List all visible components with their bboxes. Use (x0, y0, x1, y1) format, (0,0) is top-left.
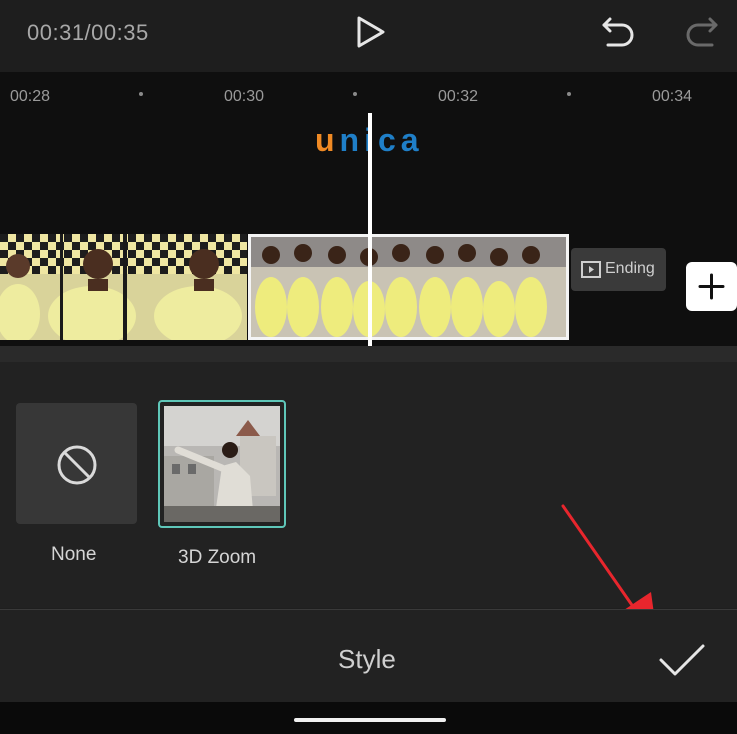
watermark-rest: nica (339, 122, 424, 158)
panel-title: Style (338, 644, 396, 674)
effect-3d-zoom-option[interactable] (158, 400, 286, 528)
ruler-dot (567, 92, 571, 96)
no-symbol-icon (57, 445, 97, 485)
watermark-first-letter: u (315, 122, 340, 158)
video-clip-2-selected[interactable] (248, 234, 569, 340)
effect-3d-zoom-thumbnail (164, 406, 280, 522)
play-icon[interactable] (355, 15, 387, 49)
undo-icon[interactable] (600, 15, 636, 49)
ruler-label: 00:32 (438, 88, 479, 105)
ruler-dot (139, 92, 143, 96)
ruler-label: 00:28 (10, 88, 51, 105)
top-bar: 00:31/00:35 (0, 0, 737, 72)
time-display: 00:31/00:35 (27, 20, 149, 45)
ruler-label: 00:34 (652, 88, 693, 105)
checkmark-icon[interactable] (658, 643, 706, 677)
plus-icon (698, 273, 725, 300)
effect-3d-zoom-label: 3D Zoom (178, 547, 257, 568)
effect-none-option[interactable] (16, 403, 137, 524)
add-clip-button[interactable] (686, 262, 737, 311)
ruler-dot (353, 92, 357, 96)
video-clip-1[interactable] (0, 234, 247, 340)
ending-clip-button[interactable]: Ending (571, 248, 666, 291)
ending-label: Ending (605, 260, 655, 277)
redo-icon[interactable] (684, 15, 720, 49)
track-strip (0, 346, 737, 362)
effect-none-label: None (51, 544, 97, 565)
ruler-label: 00:30 (224, 88, 265, 105)
playhead[interactable] (368, 113, 372, 361)
home-indicator[interactable] (294, 718, 446, 722)
play-square-icon (581, 261, 601, 278)
